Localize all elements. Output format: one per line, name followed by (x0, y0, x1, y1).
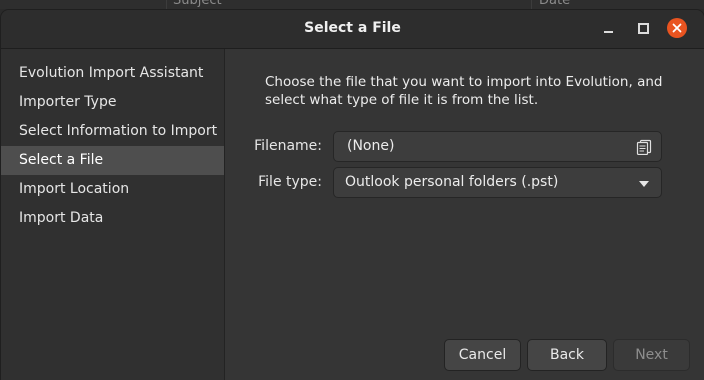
file-type-label: File type: (258, 174, 322, 190)
instructions-line-2: select what type of file it is from the … (265, 92, 539, 108)
sidebar-item-import-location[interactable]: Import Location (1, 175, 224, 204)
back-button[interactable]: Back (527, 339, 607, 371)
main-panel: Choose the file that you want to import … (225, 49, 704, 380)
filename-value: (None) (347, 138, 395, 154)
cancel-button[interactable]: Cancel (444, 339, 521, 371)
date-column-header: Date (539, 0, 571, 8)
file-type-value: Outlook personal folders (.pst) (345, 174, 559, 190)
maximize-button[interactable] (633, 18, 653, 38)
subject-column-header: Subject (173, 0, 222, 8)
document-icon (636, 139, 652, 155)
close-icon (672, 23, 682, 33)
import-assistant-dialog: Select a File Evolution Import Assistant… (0, 9, 704, 380)
column-divider (166, 0, 167, 9)
column-divider (531, 0, 532, 9)
filename-chooser[interactable]: (None) (333, 131, 662, 162)
sidebar-item-importer-type[interactable]: Importer Type (1, 88, 224, 117)
background-app-header: Subject Date (0, 0, 704, 9)
sidebar-item-select-information[interactable]: Select Information to Import (1, 117, 224, 146)
filename-label: Filename: (254, 138, 322, 154)
title-bar[interactable]: Select a File (1, 10, 704, 49)
instructions-text: Choose the file that you want to import … (265, 73, 685, 109)
next-button[interactable]: Next (613, 339, 690, 371)
sidebar-item-import-data[interactable]: Import Data (1, 204, 224, 233)
instructions-line-1: Choose the file that you want to import … (265, 74, 663, 90)
file-type-dropdown[interactable]: Outlook personal folders (.pst) (333, 167, 662, 198)
sidebar-item-select-a-file[interactable]: Select a File (1, 146, 224, 175)
close-button[interactable] (667, 18, 687, 38)
assistant-steps-sidebar: Evolution Import Assistant Importer Type… (1, 49, 225, 380)
minimize-button[interactable] (599, 18, 619, 38)
sidebar-item-evolution-import-assistant[interactable]: Evolution Import Assistant (1, 59, 224, 88)
chevron-down-icon (639, 181, 649, 187)
